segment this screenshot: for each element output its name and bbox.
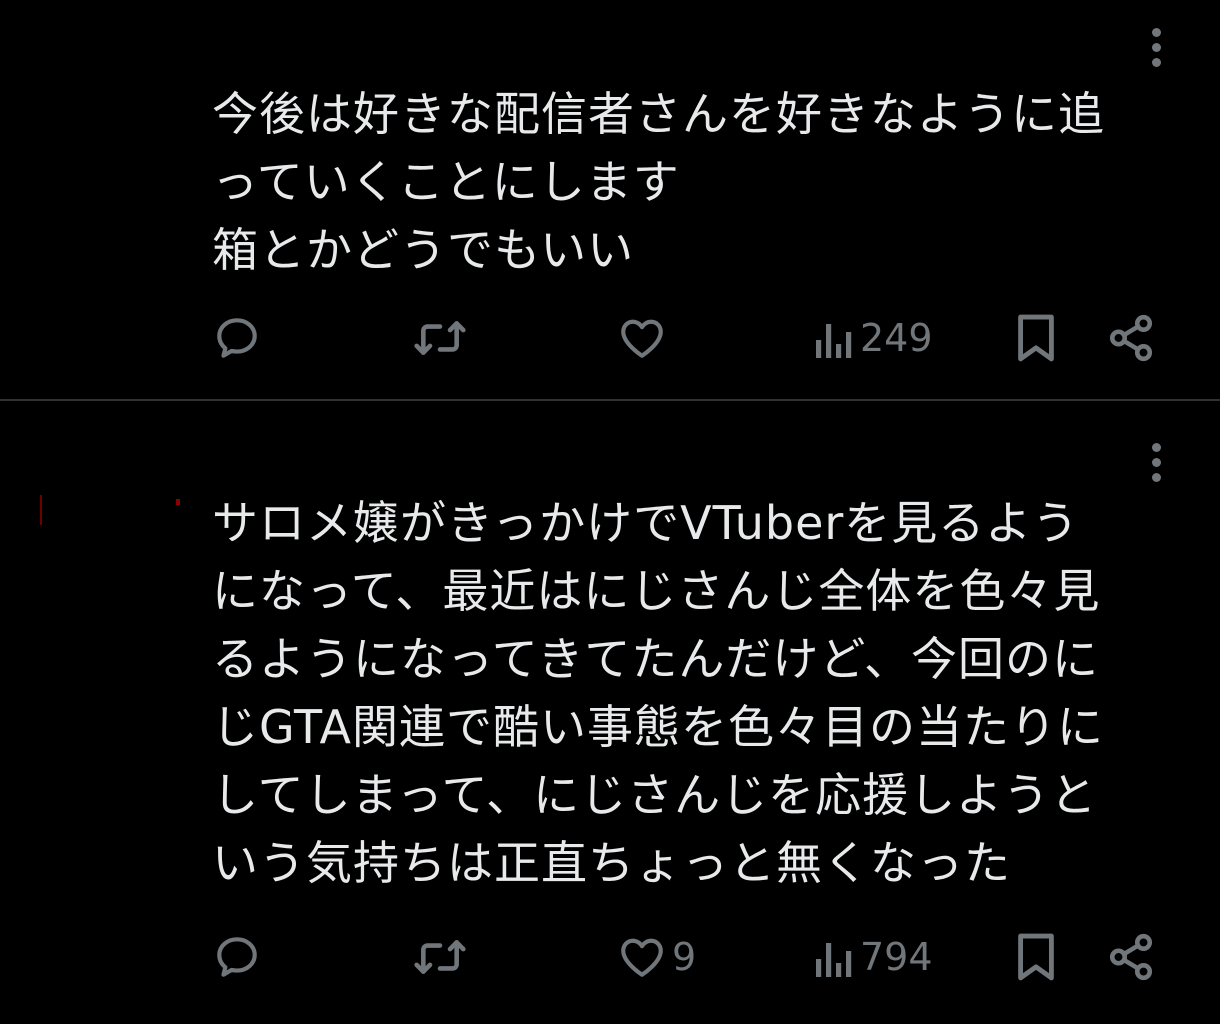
- post-text-line: サロメ嬢がきっかけでVTuberを見るよう: [212, 496, 1080, 550]
- post-text-line: になって、最近はにじさんじ全体を色々見: [212, 564, 1101, 618]
- retweet-button[interactable]: [412, 927, 472, 987]
- more-options-icon[interactable]: [1150, 443, 1162, 482]
- post-text-line: いう気持ちは正直ちょっと無くなった: [212, 836, 1011, 890]
- reply-button[interactable]: [212, 927, 266, 987]
- post-text-line: じGTA関連で酷い事態を色々目の当たりに: [212, 700, 1105, 754]
- reply-button[interactable]: [212, 308, 266, 368]
- retweet-icon: [414, 321, 466, 355]
- bookmark-icon: [1018, 314, 1054, 362]
- share-button[interactable]: [1106, 927, 1156, 987]
- post-text-line: っていくことにします: [212, 155, 680, 209]
- views-count: 794: [860, 935, 933, 979]
- post-text-line: 箱とかどうでもいい: [212, 223, 635, 277]
- reply-icon: [217, 318, 257, 358]
- bar-chart-icon: [816, 943, 852, 977]
- bookmark-button[interactable]: [1014, 927, 1058, 987]
- post-text-line: してしまって、にじさんじを応援しようと: [212, 768, 1098, 822]
- reply-icon: [217, 937, 257, 977]
- heart-icon: [621, 938, 663, 977]
- retweet-button[interactable]: [412, 308, 472, 368]
- retweet-icon: [414, 940, 466, 974]
- share-button[interactable]: [1106, 308, 1156, 368]
- post-2[interactable]: サロメ嬢がきっかけでVTuberを見るよう になって、最近はにじさんじ全体を色々…: [0, 401, 1220, 1024]
- post-1[interactable]: 今後は好きな配信者さんを好きなように追 っていくことにします 箱とかどうでもいい: [0, 0, 1220, 400]
- views-count: 249: [860, 316, 933, 360]
- post-text-line: るようになってきてたんだけど、今回のに: [212, 632, 1100, 686]
- like-count: 9: [672, 935, 697, 979]
- share-icon: [1109, 933, 1153, 981]
- bookmark-icon: [1018, 933, 1054, 981]
- more-options-icon[interactable]: [1150, 28, 1162, 67]
- action-bar: 249: [0, 308, 1220, 368]
- post-text-line: 今後は好きな配信者さんを好きなように追: [212, 87, 1105, 141]
- bookmark-button[interactable]: [1014, 308, 1058, 368]
- action-bar: 9 794: [0, 927, 1220, 987]
- redacted-avatar-area: [40, 495, 180, 525]
- like-button[interactable]: 9: [616, 927, 696, 987]
- post-text: サロメ嬢がきっかけでVTuberを見るよう になって、最近はにじさんじ全体を色々…: [212, 489, 1187, 897]
- bar-chart-icon: [816, 324, 852, 358]
- views-button[interactable]: 249: [812, 308, 933, 368]
- heart-icon: [621, 319, 663, 358]
- share-icon: [1109, 314, 1153, 362]
- like-button[interactable]: [616, 308, 672, 368]
- post-text: 今後は好きな配信者さんを好きなように追 っていくことにします 箱とかどうでもいい: [212, 80, 1187, 284]
- views-button[interactable]: 794: [812, 927, 933, 987]
